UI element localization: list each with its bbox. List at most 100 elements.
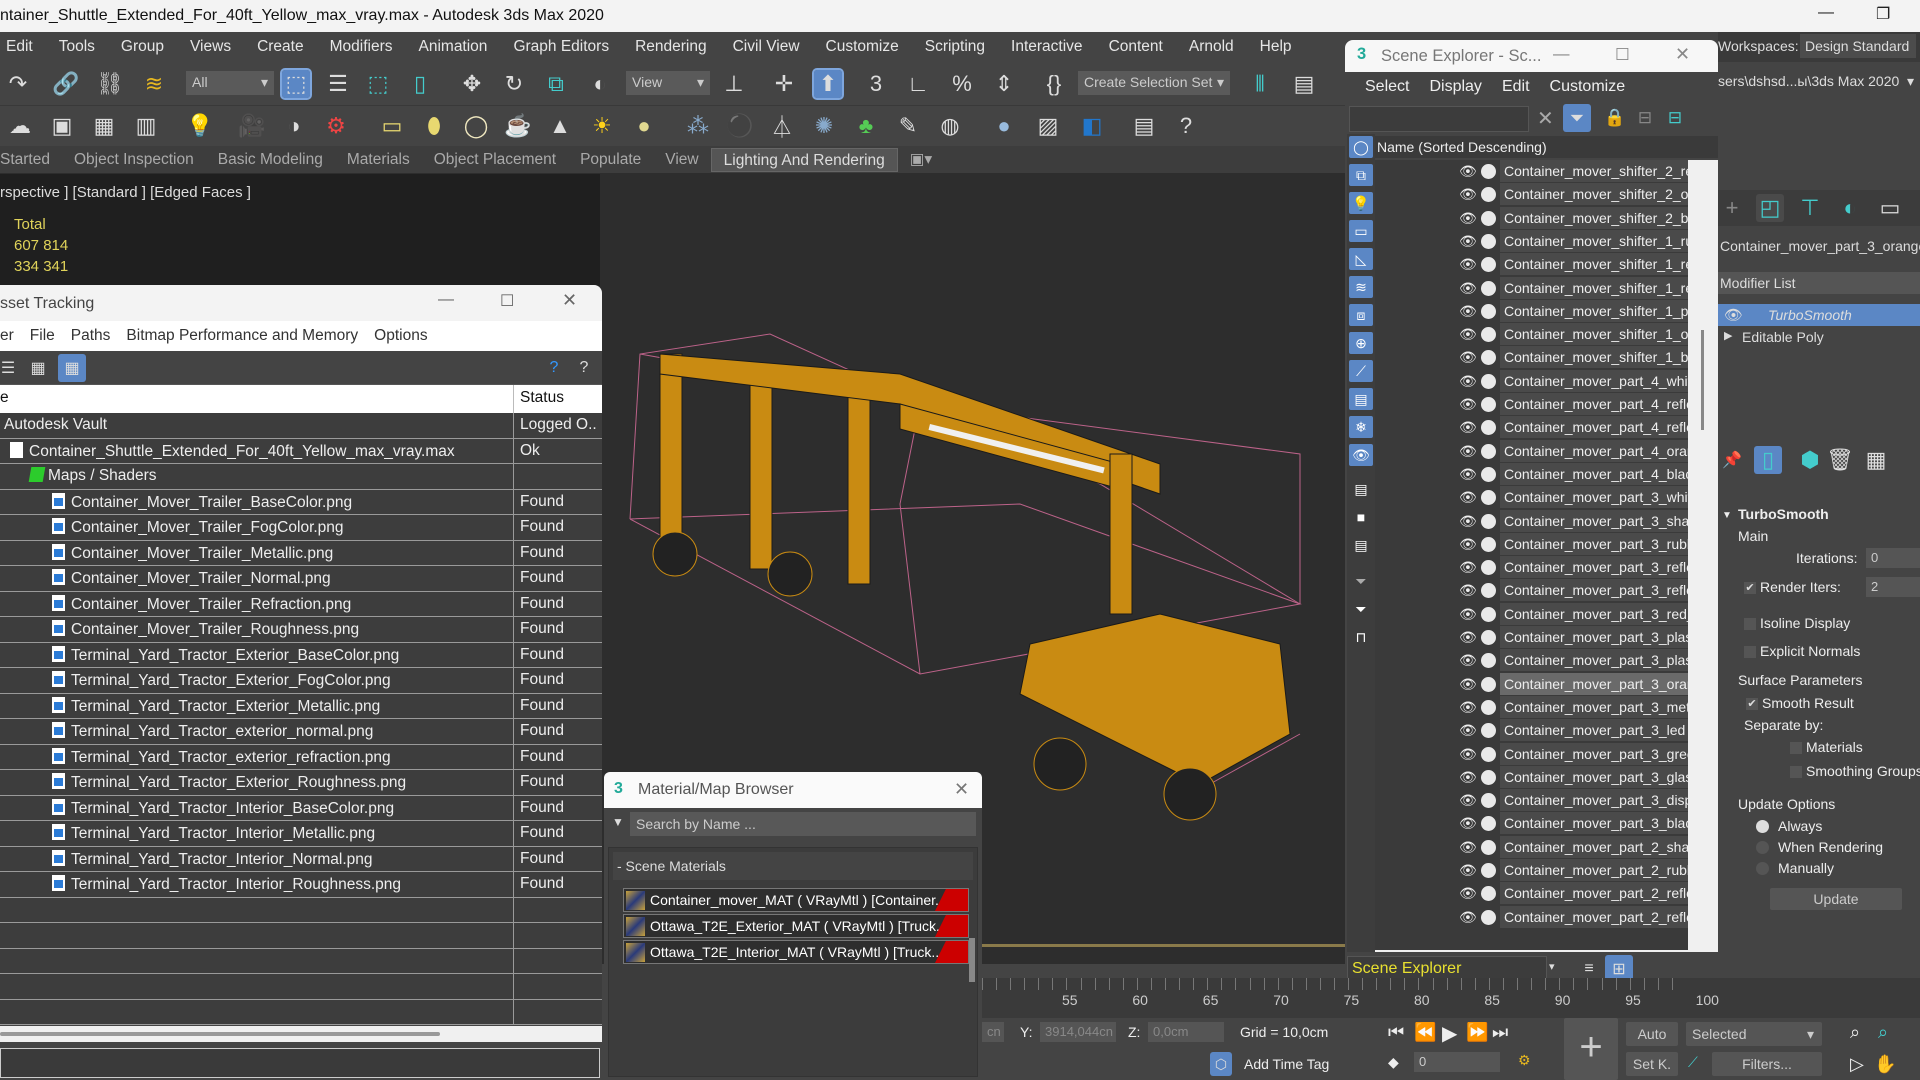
asset-row[interactable]: Terminal_Yard_Tractor_Exterior_BaseColor… [0, 642, 602, 668]
eye-icon[interactable]: 👁 [1459, 419, 1477, 436]
eye-icon[interactable]: 👁 [1459, 582, 1477, 599]
scene-object-row[interactable]: 👁 Container_mover_part_3_orange_m [1375, 672, 1688, 696]
layer-icon[interactable]: ⊓ [1349, 626, 1373, 648]
scene-object-row[interactable]: 👁 Container_mover_part_4_orange_m [1375, 439, 1688, 463]
asset-row[interactable]: Terminal_Yard_Tractor_Exterior_Metallic.… [0, 693, 602, 719]
project-path-dropdown[interactable]: sers\dshsd...ы\3ds Max 2020 ▾ [1718, 68, 1920, 96]
maximize-icon[interactable]: ☐ [500, 291, 514, 311]
scene-object-row[interactable]: 👁 Container_mover_part_3_glass [1375, 765, 1688, 789]
explicit-normals-checkbox[interactable] [1744, 646, 1756, 658]
menu-graph-editors[interactable]: Graph Editors [500, 38, 622, 56]
eye-icon[interactable]: 👁 [1459, 186, 1477, 203]
menu-options[interactable]: Options [366, 327, 435, 345]
display-all-icon[interactable]: ▤ [1349, 478, 1373, 500]
eye-icon[interactable]: 👁 [1459, 210, 1477, 227]
scene-object-row[interactable]: 👁 Container_mover_part_3_plastic_1 [1375, 649, 1688, 672]
asset-row[interactable]: Terminal_Yard_Tractor_Exterior_Roughness… [0, 770, 602, 796]
eye-icon[interactable]: 👁 [1459, 256, 1477, 273]
x-coordinate-field[interactable]: cn [982, 1022, 1004, 1042]
workspace-dropdown[interactable]: Design Standard [1800, 34, 1916, 58]
object-name-field[interactable]: Container_mover_part_3_orange [1718, 234, 1920, 258]
eye-icon[interactable]: 👁 [1459, 233, 1477, 250]
render-frame-icon[interactable]: ▣ [48, 112, 76, 140]
ies-light-icon[interactable]: ● [630, 112, 658, 140]
fur-icon[interactable]: ✺ [810, 112, 838, 140]
freeze-toggle-icon[interactable] [1481, 397, 1496, 412]
eye-icon[interactable]: 👁 [1459, 326, 1477, 343]
tab-lighting-and-rendering[interactable]: Lighting And Rendering [710, 147, 898, 172]
iterations-spinner[interactable]: 0 [1866, 548, 1920, 568]
materials-checkbox[interactable] [1790, 742, 1802, 754]
freeze-toggle-icon[interactable] [1481, 443, 1496, 459]
scene-object-row[interactable]: 👁 Container_mover_part_4_reflection_ [1375, 416, 1688, 439]
menu-edit[interactable]: Edit [1494, 78, 1542, 96]
name-column-header[interactable]: Name (Sorted Descending) [1375, 136, 1718, 158]
menu-views[interactable]: Views [177, 38, 244, 56]
menu-paths[interactable]: Paths [63, 327, 119, 345]
clear-icon[interactable]: ✕ [1537, 106, 1554, 131]
stack-item-turbosmooth[interactable]: 👁 TurboSmooth [1718, 304, 1920, 326]
asset-row[interactable]: Terminal_Yard_Tractor_Exterior_FogColor.… [0, 668, 602, 694]
freeze-toggle-icon[interactable] [1481, 793, 1496, 809]
asset-row[interactable]: Terminal_Yard_Tractor_Interior_Metallic.… [0, 821, 602, 847]
scene-object-row[interactable]: 👁 Container_mover_part_4_black_met [1375, 462, 1688, 486]
scene-materials-header[interactable]: - Scene Materials [613, 852, 973, 880]
asset-row[interactable]: Terminal_Yard_Tractor_Interior_Normal.pn… [0, 846, 602, 872]
menu-scripting[interactable]: Scripting [912, 38, 998, 56]
freeze-toggle-icon[interactable] [1481, 257, 1496, 273]
freeze-toggle-icon[interactable] [1481, 909, 1496, 925]
scene-object-row[interactable]: 👁 Container_mover_part_4_white_met [1375, 369, 1688, 393]
hierarchy-tab-icon[interactable]: ⊤ [1796, 194, 1824, 222]
sphere-light-icon[interactable]: ◯ [462, 112, 490, 140]
key-filters-icon[interactable]: ⟋ [1688, 1054, 1698, 1071]
tab-materials[interactable]: Materials [335, 148, 422, 172]
isoline-display-checkbox[interactable] [1744, 618, 1756, 630]
sphere-icon[interactable]: ● [990, 112, 1018, 140]
z-coordinate-field[interactable]: 0,0cm [1148, 1022, 1224, 1042]
eye-icon[interactable]: 👁 [1459, 559, 1477, 576]
freeze-toggle-icon[interactable] [1481, 327, 1496, 343]
geometry-filter-icon[interactable]: ◯ [1349, 136, 1373, 158]
ornatrix-icon[interactable]: ◍ [936, 112, 964, 140]
edit-named-selection-icon[interactable]: {} [1040, 70, 1068, 98]
display-tab-icon[interactable]: ▭ [1876, 194, 1904, 222]
search-input[interactable]: Search by Name ... [630, 812, 976, 836]
menu-select[interactable]: Select [1357, 78, 1421, 96]
move-icon[interactable]: ✥ [458, 70, 486, 98]
freeze-toggle-icon[interactable] [1481, 280, 1496, 296]
render-iters-checkbox[interactable]: ✔ [1744, 582, 1756, 594]
menu-interactive[interactable]: Interactive [998, 38, 1096, 56]
bones-filter-icon[interactable]: ⟋ [1349, 360, 1373, 382]
vertical-scrollbar[interactable] [969, 938, 975, 982]
spot-light-icon[interactable]: ▲ [546, 112, 574, 140]
current-frame-field[interactable]: 0 [1414, 1052, 1500, 1072]
light-lister-icon[interactable]: 💡 [186, 112, 214, 140]
select-by-name-icon[interactable]: ☰ [324, 70, 352, 98]
close-icon[interactable]: ✕ [954, 779, 969, 800]
camera-icon[interactable]: 🎥 [238, 112, 266, 140]
select-manipulate-icon[interactable]: ✛ [770, 70, 798, 98]
always-radio[interactable] [1756, 820, 1769, 833]
freeze-toggle-icon[interactable] [1481, 164, 1496, 179]
modify-tab-icon[interactable]: ◰ [1756, 194, 1784, 222]
menu-content[interactable]: Content [1096, 38, 1176, 56]
render-icon[interactable]: ⚙ [322, 112, 350, 140]
next-frame-icon[interactable]: ⏩ [1466, 1022, 1488, 1043]
time-slider-icon[interactable]: ◆ [1388, 1054, 1399, 1071]
menu-customize[interactable]: Customize [813, 38, 912, 56]
add-time-tag[interactable]: Add Time Tag [1244, 1056, 1329, 1072]
asset-row[interactable]: Autodesk Vault Logged O.. [0, 413, 602, 439]
manually-radio[interactable] [1756, 862, 1769, 875]
eye-icon[interactable]: 👁 [1459, 373, 1477, 390]
scene-object-row[interactable]: 👁 Container_mover_shifter_2_reflectio [1375, 160, 1688, 183]
scene-object-row[interactable]: 👁 Container_mover_part_3_red_plasti [1375, 602, 1688, 626]
scene-object-row[interactable]: 👁 Container_mover_shifter_1_orange_ [1375, 323, 1688, 346]
key-mode-dropdown[interactable]: Selected ▾ [1686, 1022, 1822, 1046]
eye-icon[interactable]: 👁 [1459, 349, 1477, 366]
menu-tools[interactable]: Tools [46, 38, 108, 56]
eye-icon[interactable]: 👁 [1459, 909, 1477, 926]
hierarchy-icon[interactable]: ⊟ [1631, 104, 1659, 132]
freeze-toggle-icon[interactable] [1481, 536, 1496, 552]
horizontal-scrollbar[interactable] [0, 1026, 602, 1042]
freeze-toggle-icon[interactable] [1481, 816, 1496, 832]
